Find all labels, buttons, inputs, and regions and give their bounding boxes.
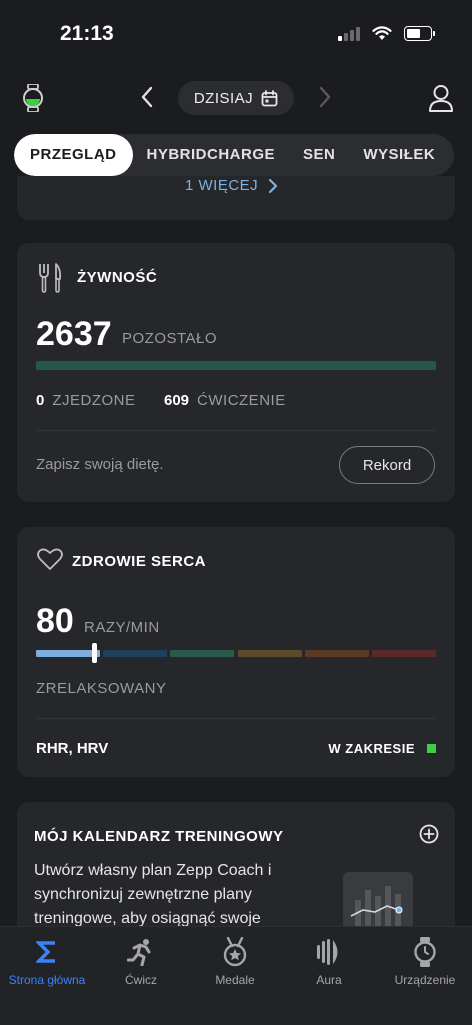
watch-connected-icon[interactable] xyxy=(22,84,44,112)
heart-rate-unit: RAZY/MIN xyxy=(84,619,160,636)
wifi-icon xyxy=(372,26,392,40)
next-day-button[interactable] xyxy=(318,86,332,114)
profile-icon[interactable] xyxy=(428,84,454,112)
heart-zone-label: ZRELAKSOWANY xyxy=(36,680,167,697)
exercise-value: 609 xyxy=(164,392,190,409)
medal-icon xyxy=(223,937,247,967)
nav-home-label: Strona główna xyxy=(8,973,86,987)
section-tabs: PRZEGLĄD HYBRIDCHARGE SEN WYSIŁEK xyxy=(14,134,454,176)
nav-device-label: Urządzenie xyxy=(394,973,456,987)
tab-wysilek[interactable]: WYSIŁEK xyxy=(349,134,449,176)
exercise-stat: 609 ĆWICZENIE xyxy=(164,392,286,409)
tab-sen[interactable]: SEN xyxy=(289,134,349,176)
previous-card: 1 WIĘCEJ xyxy=(17,176,455,220)
status-icons xyxy=(338,26,435,41)
exercise-label: ĆWICZENIE xyxy=(197,392,286,409)
date-selector[interactable]: DZISIAJ xyxy=(178,81,294,115)
heart-zone-segment xyxy=(237,650,302,657)
bottom-navigation: Strona główna Ćwicz Medale Aura Urządzen… xyxy=(0,926,472,1025)
nav-home[interactable]: Strona główna xyxy=(0,927,94,987)
heart-zone-segment xyxy=(170,650,235,657)
range-status-dot xyxy=(427,744,436,753)
add-plan-icon[interactable] xyxy=(419,824,439,844)
sigma-icon xyxy=(36,941,55,963)
aura-icon xyxy=(317,939,338,965)
heart-title: ZDROWIE SERCA xyxy=(72,553,206,570)
heart-zone-segment xyxy=(36,650,101,657)
food-card[interactable]: ŻYWNOŚĆ 2637 POZOSTAŁO 0 ZJEDZONE 609 ĆW… xyxy=(17,243,455,502)
show-more-link[interactable]: 1 WIĘCEJ xyxy=(185,177,278,194)
nav-workout[interactable]: Ćwicz xyxy=(94,927,188,987)
eaten-stat: 0 ZJEDZONE xyxy=(36,392,136,409)
chevron-left-icon xyxy=(141,86,153,108)
show-more-label: 1 WIĘCEJ xyxy=(185,177,259,194)
heart-zone-segment xyxy=(103,650,168,657)
calorie-progress-bar xyxy=(36,361,436,370)
range-status-label: W ZAKRESIE xyxy=(328,741,415,756)
heart-rate-value: 80 xyxy=(36,602,74,640)
previous-day-button[interactable] xyxy=(140,86,154,114)
record-button[interactable]: Rekord xyxy=(339,446,435,484)
heart-health-card[interactable]: ZDROWIE SERCA 80 RAZY/MIN ZRELAKSOWANY R… xyxy=(17,527,455,777)
calories-remaining-label: POZOSTAŁO xyxy=(122,330,218,347)
heart-zone-segment xyxy=(371,650,436,657)
date-label: DZISIAJ xyxy=(193,89,254,107)
divider xyxy=(36,718,436,719)
nav-medals-label: Medale xyxy=(215,973,255,987)
calendar-description: Utwórz własny plan Zepp Coach i synchron… xyxy=(34,862,272,926)
calories-remaining-value: 2637 xyxy=(36,315,112,353)
nav-device[interactable]: Urządzenie xyxy=(378,927,472,987)
nav-workout-label: Ćwicz xyxy=(125,973,157,987)
food-title: ŻYWNOŚĆ xyxy=(77,269,158,286)
calendar-title: MÓJ KALENDARZ TRENINGOWY xyxy=(34,828,284,845)
eaten-label: ZJEDZONE xyxy=(52,392,136,409)
eaten-value: 0 xyxy=(36,392,45,409)
heart-metrics-label: RHR, HRV xyxy=(36,740,109,757)
cellular-signal-icon xyxy=(338,26,360,41)
nav-aura[interactable]: Aura xyxy=(282,927,376,987)
tab-przeglad[interactable]: PRZEGLĄD xyxy=(14,134,133,176)
training-calendar-card[interactable]: MÓJ KALENDARZ TRENINGOWY Utwórz własny p… xyxy=(17,802,455,926)
training-chart-illustration-icon xyxy=(343,872,413,926)
battery-icon xyxy=(404,26,435,41)
fork-knife-icon xyxy=(39,263,62,293)
range-status: W ZAKRESIE xyxy=(328,741,436,756)
heart-zone-segment xyxy=(304,650,369,657)
nav-medals[interactable]: Medale xyxy=(188,927,282,987)
divider xyxy=(36,430,436,431)
status-time: 21:13 xyxy=(60,22,114,45)
watch-icon xyxy=(414,937,436,967)
heart-icon xyxy=(37,548,63,570)
chevron-right-icon xyxy=(319,86,331,108)
calendar-icon xyxy=(261,89,278,106)
tab-hybridcharge[interactable]: HYBRIDCHARGE xyxy=(133,134,290,176)
diet-prompt: Zapisz swoją dietę. xyxy=(36,456,164,473)
nav-aura-label: Aura xyxy=(316,973,342,987)
heart-zone-marker xyxy=(92,643,97,663)
running-icon xyxy=(127,939,151,966)
chevron-right-icon xyxy=(269,178,278,193)
